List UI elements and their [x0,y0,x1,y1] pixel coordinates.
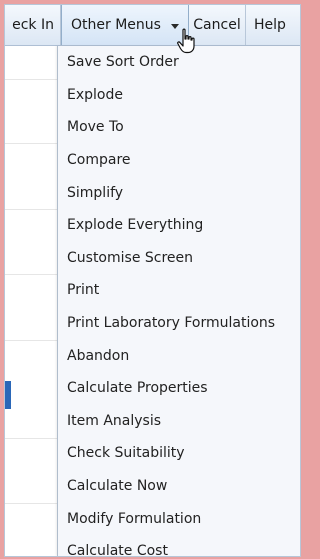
other-menus-label: Other Menus [71,17,161,33]
other-menus-dropdown: Save Sort Order Explode Move To Compare … [57,46,300,556]
menu-item-item-analysis[interactable]: Item Analysis [58,405,300,438]
menu-item-check-suitability[interactable]: Check Suitability [58,437,300,470]
menu-item-calculate-cost[interactable]: Calculate Cost [58,535,300,556]
menu-item-simplify[interactable]: Simplify [58,176,300,209]
help-label: Help [254,17,286,33]
hand-pointer-icon [177,28,195,54]
grid-line [5,340,57,341]
menu-item-modify-formulation[interactable]: Modify Formulation [58,502,300,535]
cancel-label: Cancel [193,17,241,33]
check-in-button[interactable]: eck In [5,5,61,45]
background-grid [5,46,57,556]
menu-item-customise-screen[interactable]: Customise Screen [58,242,300,275]
menu-item-calculate-properties[interactable]: Calculate Properties [58,372,300,405]
check-in-label: eck In [12,17,54,33]
menu-item-print-laboratory-formulations[interactable]: Print Laboratory Formulations [58,307,300,340]
grid-line [5,274,57,275]
menu-item-calculate-now[interactable]: Calculate Now [58,470,300,503]
grid-line [5,438,57,439]
menu-item-print[interactable]: Print [58,274,300,307]
menu-item-compare[interactable]: Compare [58,144,300,177]
menu-item-explode-everything[interactable]: Explode Everything [58,209,300,242]
grid-line [5,143,57,144]
other-menus-button[interactable]: Other Menus [61,5,189,45]
menu-item-abandon[interactable]: Abandon [58,339,300,372]
grid-line [5,503,57,504]
grid-line [5,209,57,210]
selected-row-marker [5,381,11,409]
menu-item-move-to[interactable]: Move To [58,111,300,144]
app-window: eck In Other Menus Cancel Help Save Sort… [4,4,301,557]
help-button[interactable]: Help [246,5,300,45]
toolbar: eck In Other Menus Cancel Help [5,5,300,46]
grid-line [5,79,57,80]
menu-item-explode[interactable]: Explode [58,79,300,112]
